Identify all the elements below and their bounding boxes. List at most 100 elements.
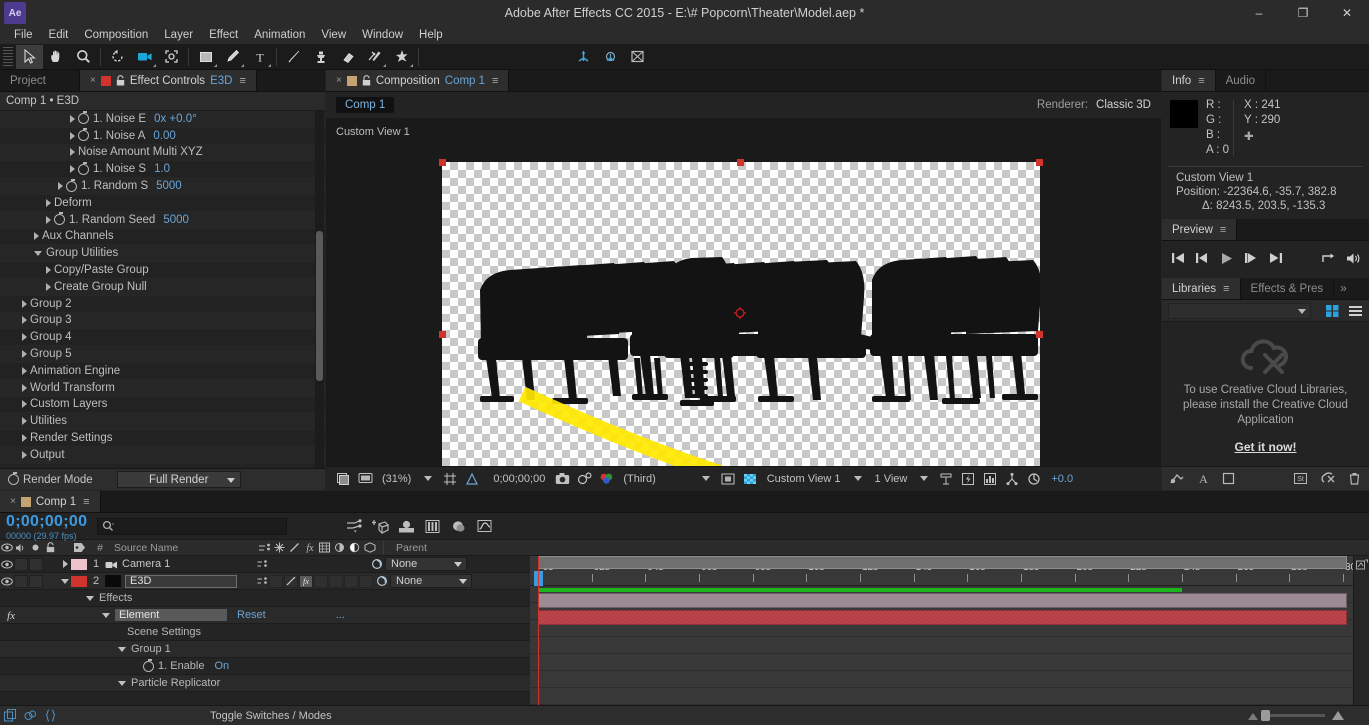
- timeline-property-row[interactable]: Particle Replicator: [0, 675, 530, 692]
- timeline-zoom-controls[interactable]: [1247, 710, 1345, 721]
- toggle-frame-blend-icon[interactable]: [20, 707, 40, 725]
- lock-icon[interactable]: [116, 75, 125, 86]
- zoom-in-icon[interactable]: [1331, 710, 1345, 721]
- comp-flowchart-view-icon[interactable]: [0, 707, 20, 725]
- layer-adjustment-switch[interactable]: [344, 574, 358, 588]
- toggle-grid-guides-icon[interactable]: [439, 469, 461, 489]
- layer-audio-toggle[interactable]: [14, 557, 28, 571]
- library-select[interactable]: [1168, 302, 1311, 319]
- render-mode-stopwatch-icon[interactable]: [8, 472, 19, 485]
- camera-tool-icon[interactable]: [131, 45, 158, 69]
- view-chevron-down-icon[interactable]: [853, 476, 862, 481]
- layer-visibility-icon[interactable]: [0, 577, 14, 586]
- timeline-layer-row[interactable]: 1 Camera 1 None: [0, 556, 530, 573]
- layer-motionblur-switch[interactable]: [329, 574, 343, 588]
- effect-property-row[interactable]: 1. Random Seed 5000: [0, 211, 325, 229]
- chevron-right-icon[interactable]: [22, 299, 27, 308]
- resolution-chevron-down-icon[interactable]: [701, 476, 710, 481]
- selection-tool-icon[interactable]: [16, 44, 43, 69]
- minimize-button[interactable]: –: [1237, 0, 1281, 26]
- comp-flowchart-icon[interactable]: [1356, 559, 1369, 571]
- stopwatch-icon[interactable]: [66, 178, 77, 192]
- close-icon[interactable]: ×: [336, 75, 342, 86]
- close-button[interactable]: ✕: [1325, 0, 1369, 26]
- clone-stamp-tool-icon[interactable]: [307, 45, 334, 69]
- work-area-bar[interactable]: [538, 556, 1347, 569]
- effect-property-row[interactable]: 1. Noise S 1.0: [0, 161, 325, 179]
- panel-menu-icon[interactable]: ≡: [1220, 224, 1226, 236]
- tab-timeline-comp[interactable]: × Comp 1 ≡: [0, 491, 101, 512]
- toolbar-grip[interactable]: [3, 46, 13, 67]
- enable-frame-blending-icon[interactable]: [370, 516, 390, 536]
- layer-shy-switch[interactable]: [255, 576, 269, 586]
- layer-3d-switch[interactable]: [359, 574, 373, 588]
- layer-label-swatch[interactable]: [71, 575, 87, 587]
- shape-tool-icon[interactable]: [192, 45, 219, 69]
- selection-handle-ml[interactable]: [439, 331, 446, 338]
- chevron-right-icon[interactable]: [46, 266, 51, 275]
- play-button[interactable]: [1219, 249, 1235, 267]
- first-frame-button[interactable]: [1170, 249, 1186, 267]
- view-layout-value[interactable]: Custom View 1: [761, 473, 847, 485]
- menu-file[interactable]: File: [6, 26, 41, 44]
- tabs-overflow-icon[interactable]: »: [1334, 278, 1353, 299]
- layer-lock-toggle[interactable]: [44, 575, 58, 588]
- effect-property-row[interactable]: World Transform: [0, 379, 325, 397]
- comp-breadcrumb-chip[interactable]: Comp 1: [336, 97, 395, 113]
- timeline-ruler[interactable]: 0s02s04s06s08s10s12s14s16s18s20s22s24s26…: [530, 556, 1369, 586]
- chevron-right-icon[interactable]: [70, 114, 75, 123]
- grid-view-icon[interactable]: [1325, 304, 1340, 318]
- exposure-reset-icon[interactable]: [1023, 469, 1045, 489]
- tab-project[interactable]: Project: [0, 70, 80, 91]
- property-value[interactable]: Reset: [237, 609, 266, 621]
- region-of-interest-icon[interactable]: [717, 469, 739, 489]
- current-time-indicator[interactable]: [538, 556, 539, 709]
- panel-menu-icon[interactable]: ≡: [1198, 75, 1204, 87]
- delete-icon[interactable]: [1348, 472, 1361, 485]
- menu-view[interactable]: View: [313, 26, 354, 44]
- add-color-icon[interactable]: [1222, 472, 1235, 485]
- effect-property-row[interactable]: 1. Noise A 0.00: [0, 127, 325, 145]
- roto-brush-tool-icon[interactable]: [361, 45, 388, 69]
- get-it-now-link[interactable]: Get it now!: [1235, 440, 1297, 454]
- zoom-out-icon[interactable]: [1247, 711, 1259, 721]
- graph-editor-toggle-icon[interactable]: [474, 516, 494, 536]
- layer-effects-switch[interactable]: fx: [299, 574, 313, 588]
- list-view-icon[interactable]: [1348, 304, 1363, 318]
- effect-property-row[interactable]: Copy/Paste Group: [0, 262, 325, 279]
- panel-menu-icon[interactable]: ≡: [83, 496, 89, 508]
- renderer-area[interactable]: Renderer: Classic 3D: [1037, 99, 1151, 111]
- tab-effects-and-presets[interactable]: Effects & Pres: [1240, 278, 1335, 299]
- stock-search-icon[interactable]: St: [1293, 472, 1308, 485]
- show-snapshot-icon[interactable]: [573, 469, 595, 489]
- timeline-property-row[interactable]: Effects: [0, 590, 530, 607]
- layer-frameblend-switch[interactable]: [314, 574, 328, 588]
- timeline-property-row[interactable]: 1. Enable On: [0, 658, 530, 675]
- close-icon[interactable]: ×: [90, 75, 96, 86]
- layer-shy-switch[interactable]: [255, 559, 269, 569]
- effect-property-row[interactable]: Group 2: [0, 295, 325, 313]
- last-frame-button[interactable]: [1268, 249, 1284, 267]
- chevron-down-icon[interactable]: [86, 595, 94, 601]
- timeline-track-row[interactable]: [530, 688, 1369, 705]
- resolution-value[interactable]: (Third): [617, 473, 661, 485]
- layer-parent-dropdown[interactable]: None: [385, 557, 467, 571]
- transparency-grid-icon[interactable]: [739, 469, 761, 489]
- views-value[interactable]: 1 View: [869, 473, 914, 485]
- zoom-tool-icon[interactable]: [70, 45, 97, 69]
- loop-options-button[interactable]: [1321, 249, 1337, 267]
- pen-tool-icon[interactable]: [219, 45, 246, 69]
- chevron-down-icon[interactable]: [102, 612, 110, 618]
- layer-parent-dropdown[interactable]: None: [390, 574, 472, 588]
- layer-parent-pickwhip-icon[interactable]: [374, 575, 390, 587]
- chevron-right-icon[interactable]: [46, 215, 51, 224]
- maximize-button[interactable]: ❐: [1281, 0, 1325, 26]
- chevron-down-icon[interactable]: [34, 250, 42, 256]
- text-tool-icon[interactable]: T: [246, 45, 273, 69]
- stopwatch-icon[interactable]: [54, 212, 65, 226]
- selection-handle-tl[interactable]: [439, 159, 446, 166]
- stopwatch-icon[interactable]: [78, 161, 89, 175]
- effect-property-value[interactable]: 1.0: [154, 163, 170, 175]
- effect-controls-list[interactable]: 1. Noise E 0x +0.0° 1. Noise A 0.00 Noise Am…: [0, 111, 325, 468]
- chevron-down-icon[interactable]: [118, 680, 126, 686]
